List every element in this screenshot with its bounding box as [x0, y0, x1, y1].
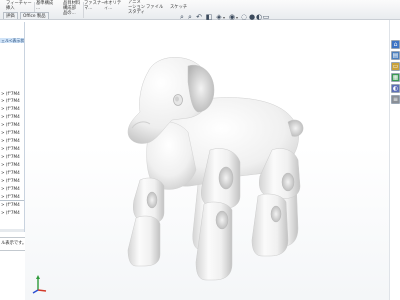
ribbon-button-insert-feature[interactable]: フィーチャー 挿入 [6, 1, 36, 11]
robot-dog-model[interactable] [25, 20, 391, 300]
task-pane-tabs: ⌂ ▤ ▭ ▦ ◐ ≡ [389, 20, 400, 300]
tree-row[interactable]: > (f"7M4 [0, 90, 25, 97]
view-settings-icon[interactable]: ▭ [262, 13, 270, 21]
file-explorer-icon[interactable]: ▭ [391, 62, 400, 71]
tab-office-products[interactable]: Office 製品 [20, 12, 49, 19]
tree-row[interactable]: > (f"7M4 [0, 121, 25, 128]
feature-manager-panel: ェル<表示状 > (f"7M4 > (f"7M4 > (f"7M4 > (f"7… [0, 22, 25, 300]
view-orientation-icon[interactable]: ◈ [215, 13, 223, 21]
ribbon-button-bom-material[interactable]: 品目材料 構成部 品の... [63, 1, 85, 16]
ribbon-button-sketch[interactable]: スケッチ [170, 0, 192, 10]
tree-row[interactable]: > (f"7M4 [0, 161, 25, 168]
status-tooltip: ル表示です。 [0, 237, 26, 251]
hide-show-icon[interactable]: ◌ [240, 13, 248, 21]
home-icon[interactable]: ⌂ [391, 40, 400, 49]
chevron-down-icon[interactable]: ▾ [236, 15, 238, 20]
design-library-icon[interactable]: ▤ [391, 51, 400, 60]
custom-properties-icon[interactable]: ≡ [391, 95, 400, 104]
zoom-area-icon[interactable]: ⌕ [186, 13, 194, 21]
tree-row[interactable]: > (f"7M4 [0, 105, 25, 112]
tree-row[interactable]: > (f"7M4 [0, 137, 25, 144]
triad-z-axis [32, 289, 39, 294]
tree-row[interactable]: > (f"7M4 [0, 113, 25, 120]
display-style-icon[interactable]: ◉ [228, 13, 236, 21]
previous-view-icon[interactable]: ↶ [195, 13, 203, 21]
command-manager-tabs: 評価 Office 製品 [0, 12, 60, 20]
appearances-icon[interactable]: ◐ [391, 84, 400, 93]
chevron-down-icon[interactable]: ▾ [223, 15, 225, 20]
tree-row[interactable]: > (f"7M4 [0, 169, 25, 176]
tree-row[interactable]: > (f"7M4 [0, 177, 25, 184]
tree-row[interactable]: > (f"7M4 [0, 209, 25, 216]
tree-row[interactable]: > (f"7M4 [0, 185, 25, 192]
tree-row[interactable]: > (f"7M4 [0, 97, 25, 104]
ribbon-button-neo[interactable]: ネオリテ ィ... [104, 1, 126, 11]
tree-selected-item[interactable]: ェル<表示状 [0, 38, 25, 43]
ribbon-button-fasteners[interactable]: ファスナー マ... [84, 1, 105, 11]
reference-triad [32, 275, 47, 294]
heads-up-view-toolbar: ⌕ ⌕ ↶ ◧ ◈ ▾ ◉ ▾ ◌ ● ◐ ▭ [178, 13, 270, 23]
view-palette-icon[interactable]: ▦ [391, 73, 400, 82]
tree-row[interactable]: > (f"7M4 [0, 153, 25, 160]
tree-horizontal-scrollbar[interactable] [0, 229, 25, 232]
ribbon-button-file[interactable]: ファイル [146, 0, 168, 10]
ribbon-button-reference-geometry[interactable]: 基準構成 ... [36, 1, 60, 11]
section-view-icon[interactable]: ◧ [205, 13, 213, 21]
panel-divider[interactable] [0, 200, 25, 201]
tree-row[interactable]: > (f"7M4 [0, 193, 25, 200]
zoom-to-fit-icon[interactable]: ⌕ [178, 13, 186, 21]
tree-row[interactable]: > (f"7M4 [0, 129, 25, 136]
tree-row[interactable]: > (f"7M4 [0, 201, 25, 208]
graphics-area[interactable] [25, 20, 391, 300]
tree-row[interactable]: > (f"7M4 [0, 145, 25, 152]
tab-evaluate[interactable]: 評価 [3, 12, 18, 19]
triad-x-axis [37, 289, 47, 292]
